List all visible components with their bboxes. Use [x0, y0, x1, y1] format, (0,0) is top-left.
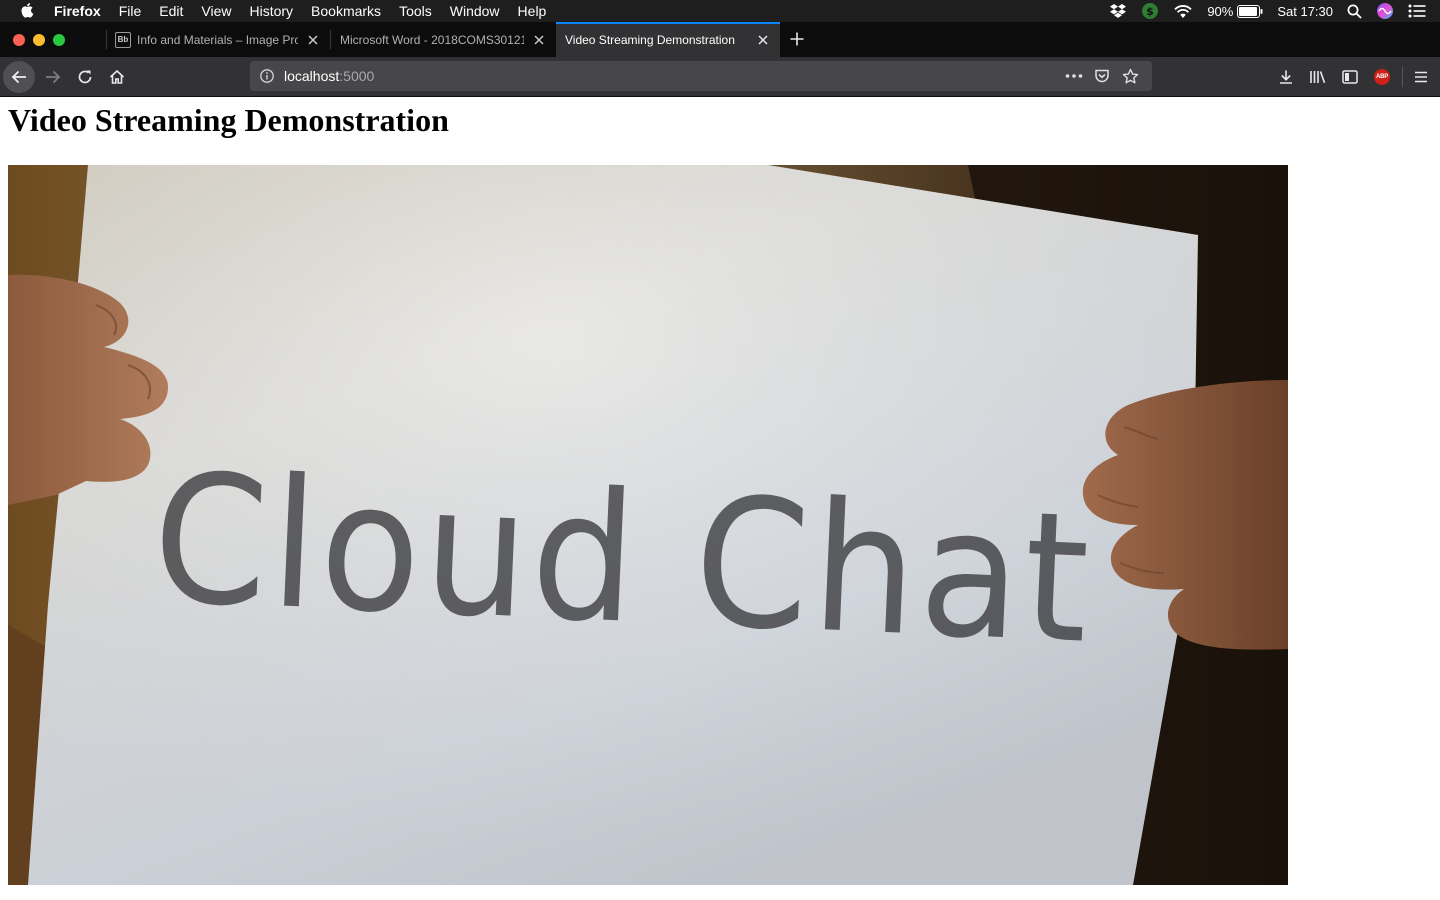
url-host: localhost — [284, 68, 340, 84]
macos-menu-bar: Firefox File Edit View History Bookmarks… — [0, 0, 1440, 22]
url-text[interactable]: localhost:5000 — [284, 68, 374, 84]
home-button[interactable] — [101, 61, 133, 93]
tab-label: Video Streaming Demonstration — [565, 32, 735, 47]
tab-video-streaming[interactable]: Video Streaming Demonstration — [556, 22, 780, 57]
toolbar-separator — [1402, 67, 1403, 87]
url-bar[interactable]: localhost:5000 — [250, 61, 1152, 91]
tab-separator — [330, 30, 331, 49]
page-actions-icon[interactable] — [1060, 62, 1088, 90]
menu-edit[interactable]: Edit — [159, 3, 183, 19]
back-button[interactable] — [3, 61, 35, 93]
video-stream: Cloud Chat — [8, 165, 1288, 885]
close-tab-icon[interactable] — [530, 31, 548, 49]
active-tab-indicator — [556, 22, 780, 24]
menu-view[interactable]: View — [201, 3, 231, 19]
library-icon[interactable] — [1306, 65, 1330, 89]
notification-center-icon[interactable] — [1408, 4, 1426, 18]
tab-label: Info and Materials – Image Proc — [137, 32, 298, 47]
url-port: :5000 — [339, 68, 375, 84]
close-tab-icon[interactable] — [754, 31, 772, 49]
bookmark-star-icon[interactable] — [1116, 62, 1144, 90]
zoom-window-button[interactable] — [53, 34, 65, 46]
menu-history[interactable]: History — [249, 3, 293, 19]
dropbox-icon[interactable] — [1109, 3, 1127, 19]
menu-tools[interactable]: Tools — [399, 3, 432, 19]
downloads-icon[interactable] — [1274, 65, 1298, 89]
siri-icon[interactable] — [1376, 2, 1394, 20]
tab-info-materials[interactable]: Bb Info and Materials – Image Proc — [106, 22, 330, 57]
handwritten-text: Cloud Chat — [148, 435, 1097, 683]
close-window-button[interactable] — [13, 34, 25, 46]
sidebar-toggle-icon[interactable] — [1338, 65, 1362, 89]
wifi-icon[interactable] — [1173, 4, 1193, 19]
menu-bookmarks[interactable]: Bookmarks — [311, 3, 381, 19]
apple-icon[interactable] — [18, 0, 38, 22]
reload-button[interactable] — [69, 61, 101, 93]
navigation-toolbar: localhost:5000 ABP — [0, 57, 1440, 97]
pocket-icon[interactable] — [1088, 62, 1116, 90]
tab-label: Microsoft Word - 2018COMS30121C — [340, 32, 524, 47]
clock[interactable]: Sat 17:30 — [1277, 4, 1333, 19]
site-info-icon[interactable] — [259, 68, 275, 84]
menu-window[interactable]: Window — [450, 3, 500, 19]
close-tab-icon[interactable] — [304, 31, 322, 49]
new-tab-button[interactable] — [784, 26, 810, 52]
menu-app-name[interactable]: Firefox — [54, 3, 101, 19]
adblock-plus-icon[interactable]: ABP — [1370, 65, 1394, 89]
menu-file[interactable]: File — [119, 3, 142, 19]
page-title: Video Streaming Demonstration — [8, 102, 449, 138]
forward-button[interactable] — [37, 61, 69, 93]
blackboard-favicon-icon: Bb — [115, 31, 131, 48]
battery-icon[interactable] — [1237, 4, 1263, 18]
menu-help[interactable]: Help — [518, 3, 547, 19]
tab-microsoft-word[interactable]: Microsoft Word - 2018COMS30121C — [330, 22, 556, 57]
tab-separator — [106, 30, 107, 49]
svg-text:$: $ — [1146, 5, 1154, 18]
hamburger-menu-icon[interactable] — [1409, 65, 1433, 89]
minimize-window-button[interactable] — [33, 34, 45, 46]
battery-percent: 90% — [1207, 3, 1234, 19]
tab-strip: Bb Info and Materials – Image Proc Micro… — [0, 22, 1440, 57]
adblock-plus-label: ABP — [1374, 69, 1390, 85]
spotlight-search-icon[interactable] — [1347, 4, 1362, 19]
money-status-icon[interactable]: $ — [1141, 2, 1159, 20]
